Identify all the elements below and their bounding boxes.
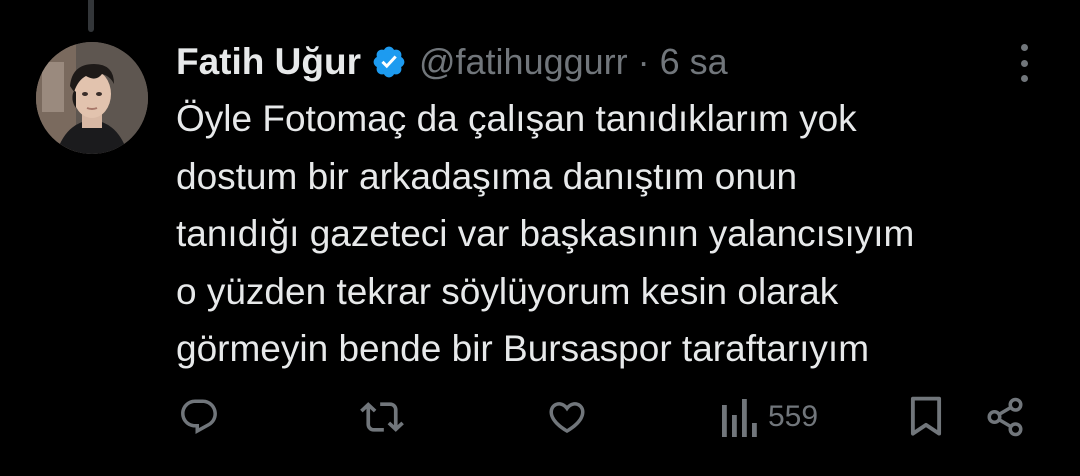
thread-connector-line — [88, 0, 94, 32]
tweet-text: Öyle Fotomaç da çalışan tanıdıklarım yok… — [176, 90, 1056, 378]
tweet-timestamp[interactable]: 6 sa — [660, 41, 728, 83]
views-button[interactable]: 559 — [722, 392, 818, 442]
tweet-actions-bar: 559 — [0, 392, 1080, 442]
tweet-header: Fatih Uğur @fatihuggurr · 6 sa — [176, 38, 728, 86]
retweet-icon — [360, 402, 404, 432]
views-count: 559 — [768, 400, 819, 433]
more-options-icon[interactable] — [1016, 44, 1032, 82]
like-icon — [549, 402, 585, 434]
like-button[interactable] — [546, 392, 588, 442]
tweet-text-line: tanıdığı gazeteci var başkasının yalancı… — [176, 213, 915, 254]
author-handle[interactable]: @fatihuggurr — [419, 41, 628, 83]
bookmark-button[interactable] — [908, 392, 944, 442]
reply-button[interactable] — [178, 392, 220, 442]
share-button[interactable] — [984, 392, 1026, 442]
views-icon — [722, 399, 757, 437]
verified-badge-icon — [371, 44, 407, 80]
avatar-photo — [36, 42, 148, 154]
author-name[interactable]: Fatih Uğur — [176, 41, 361, 83]
separator-dot: · — [637, 41, 650, 82]
share-icon — [987, 397, 1023, 437]
reply-icon — [181, 399, 217, 434]
tweet-text-line: o yüzden tekrar söylüyorum kesin olarak — [176, 270, 839, 312]
retweet-button[interactable] — [360, 392, 404, 442]
tweet-text-line: görmeyin bende bir Bursaspor taraftarıyı… — [176, 328, 870, 369]
tweet-text-line: Öyle Fotomaç da çalışan tanıdıklarım yok — [176, 98, 857, 139]
bookmark-icon — [910, 396, 942, 436]
tweet-text-line: dostum bir arkadaşıma danıştım onun — [176, 155, 798, 197]
avatar[interactable] — [36, 42, 148, 154]
